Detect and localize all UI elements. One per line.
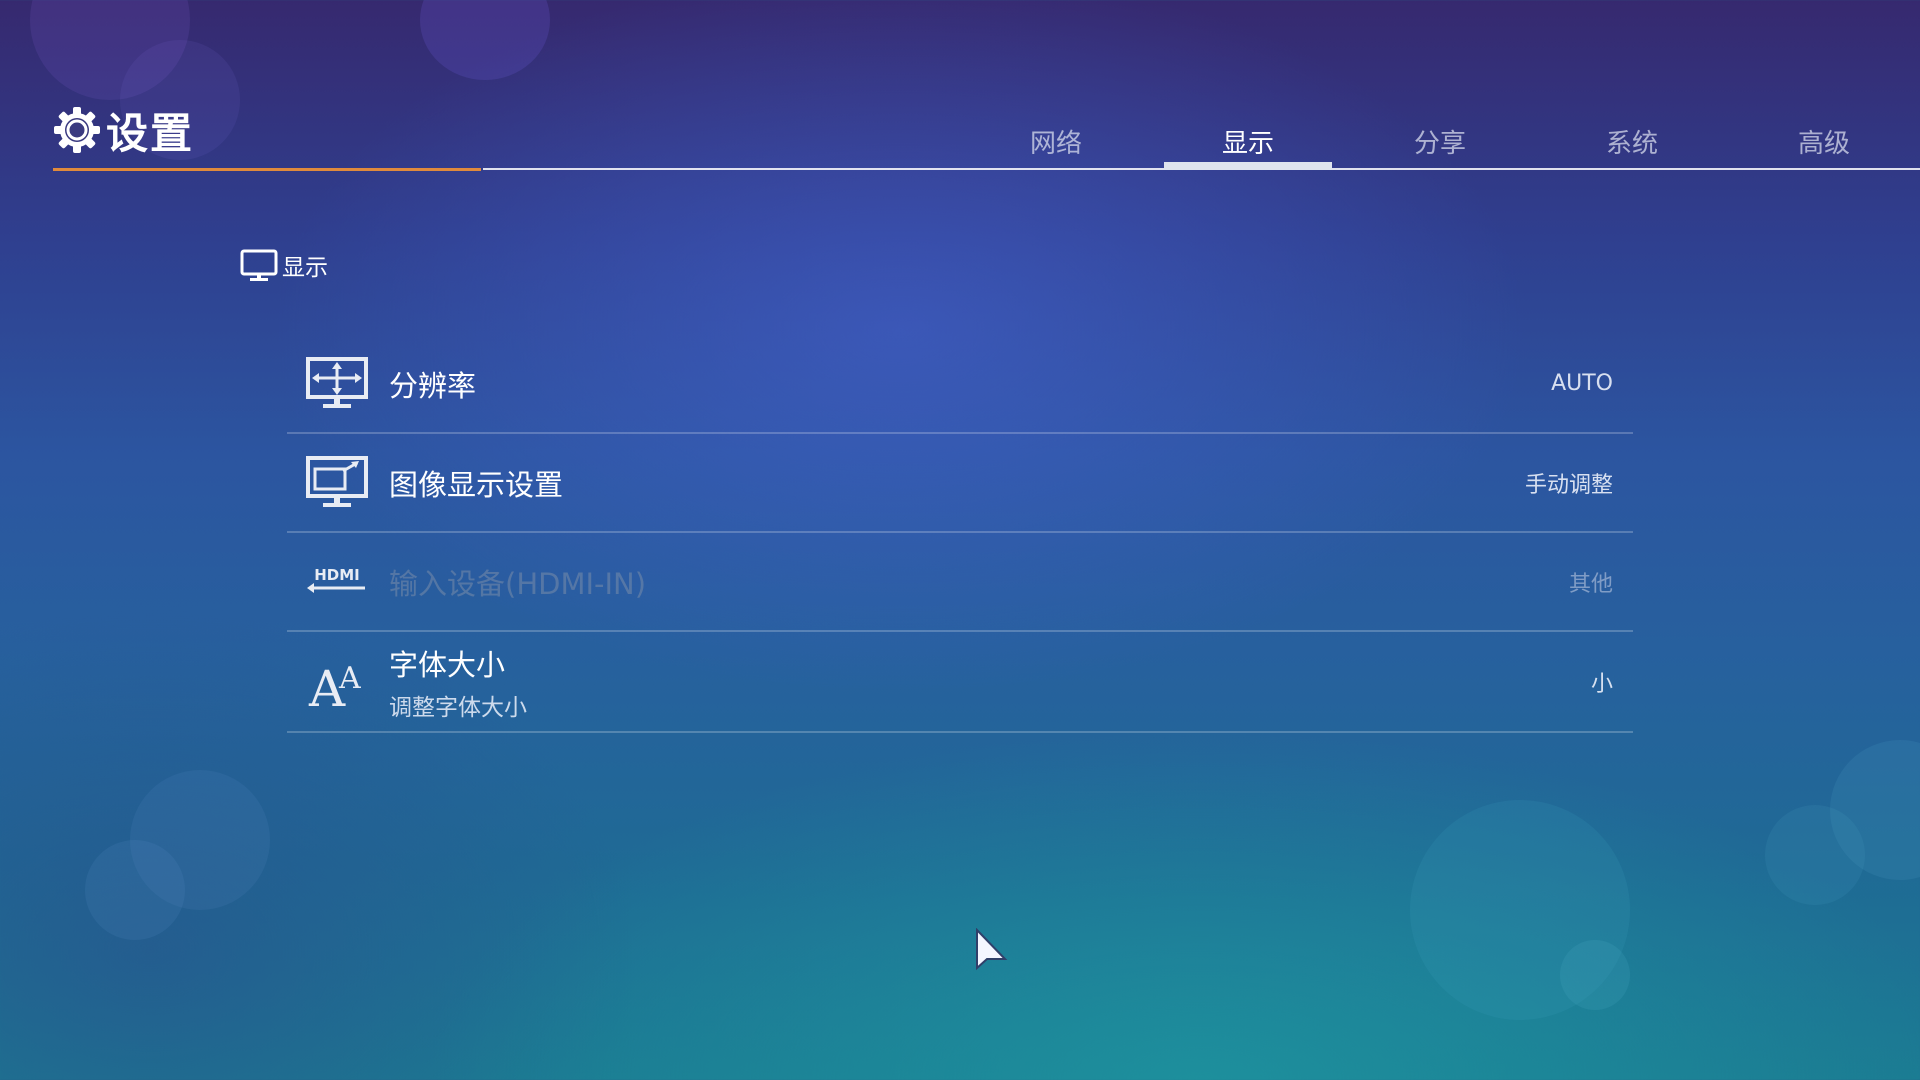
section-title: 显示	[282, 255, 328, 281]
tab-advanced[interactable]: 高级	[1740, 120, 1908, 168]
setting-sublabel: 调整字体大小	[389, 694, 527, 721]
setting-value: 手动调整	[1524, 472, 1613, 498]
setting-row-resolution[interactable]: 分辨率 AUTO	[287, 335, 1633, 434]
font-size-icon: A A	[305, 654, 369, 710]
tab-bar: 网络 显示 分享 系统 高级	[0, 120, 1920, 170]
monitor-icon	[240, 249, 278, 281]
tab-label: 网络	[1029, 129, 1082, 159]
tab-label: 分享	[1413, 129, 1466, 159]
active-tab-indicator	[1164, 162, 1332, 170]
setting-row-picture[interactable]: 图像显示设置 手动调整	[287, 434, 1633, 533]
setting-label: 输入设备(HDMI-IN)	[389, 566, 647, 601]
setting-label: 字体大小	[389, 647, 506, 682]
tab-system[interactable]: 系统	[1548, 120, 1716, 168]
setting-label: 图像显示设置	[389, 467, 564, 502]
setting-row-font-size[interactable]: A A 字体大小 调整字体大小 小	[287, 632, 1633, 733]
svg-text:A: A	[338, 661, 361, 696]
display-adjust-icon	[305, 455, 369, 511]
section-heading: 显示	[240, 248, 328, 282]
tab-label: 系统	[1605, 129, 1658, 159]
svg-text:HDMI: HDMI	[314, 566, 360, 584]
setting-value: 其他	[1568, 571, 1613, 597]
setting-value: 小	[1590, 671, 1613, 697]
setting-value: AUTO	[1551, 371, 1613, 396]
hdmi-icon: HDMI	[305, 554, 369, 610]
tab-label: 高级	[1797, 129, 1850, 159]
setting-row-hdmi-in: HDMI 输入设备(HDMI-IN) 其他	[287, 533, 1633, 632]
tab-label: 显示	[1221, 129, 1274, 159]
setting-label: 分辨率	[389, 368, 477, 403]
mouse-cursor-icon	[976, 928, 1008, 971]
tab-display[interactable]: 显示	[1164, 120, 1332, 170]
resolution-icon	[305, 356, 369, 412]
settings-list: 分辨率 AUTO 图像显示设置 手动调整 HDMI 输入设备(HDMI-IN) …	[287, 335, 1633, 733]
tab-network[interactable]: 网络	[972, 120, 1140, 168]
tab-share[interactable]: 分享	[1356, 120, 1524, 168]
